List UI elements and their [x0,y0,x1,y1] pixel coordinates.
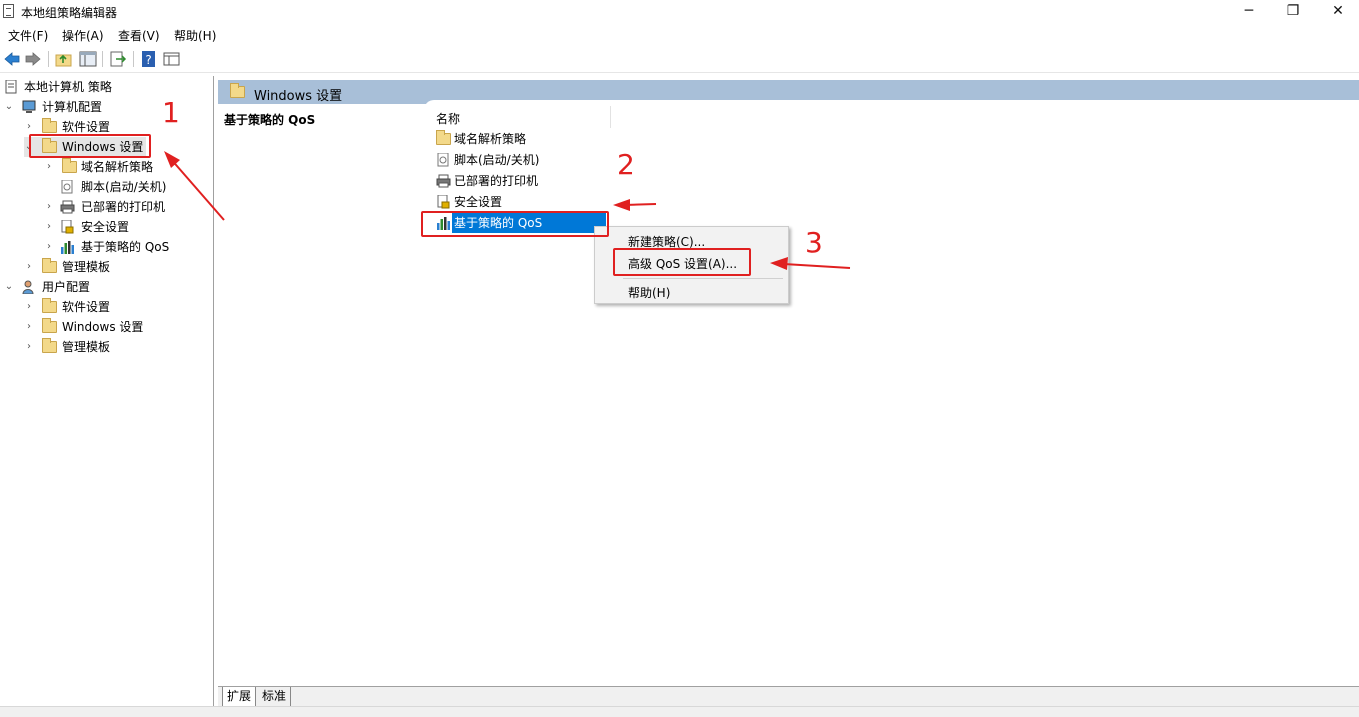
annotation-arrow-2 [613,199,657,211]
annotation-arrow-3 [770,257,851,270]
annotation-arrows [164,151,851,270]
annotation-arrow-1 [164,151,225,221]
